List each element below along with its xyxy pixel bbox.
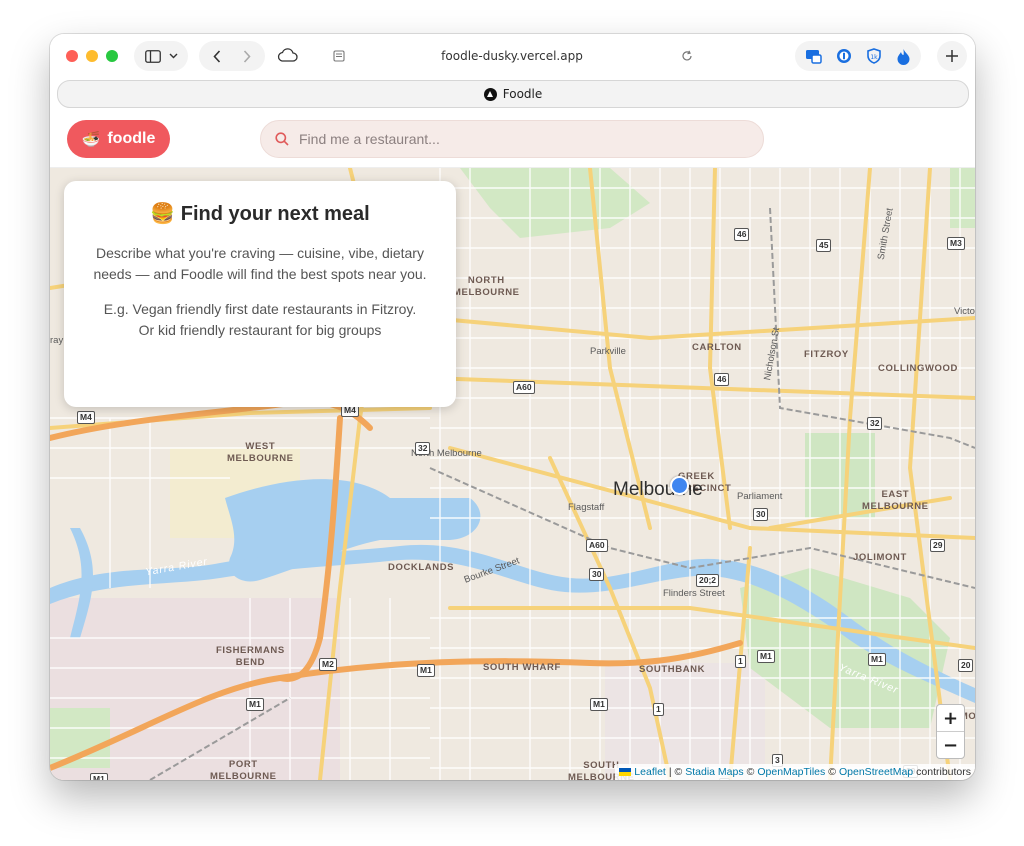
intro-card-example-2: Or kid friendly restaurant for big group… (138, 322, 382, 338)
road-shield: M1 (246, 698, 264, 711)
suburb-label-southbank: SOUTHBANK (639, 664, 706, 675)
road-shield: 20;2 (696, 574, 720, 587)
openmaptiles-link[interactable]: OpenMapTiles (757, 766, 825, 778)
current-location-marker[interactable] (670, 476, 689, 495)
suburb-label-fishermans-bend: FISHERMANS BEND (216, 645, 285, 668)
suburb-label-east-melbourne: EAST MELBOURNE (862, 489, 929, 512)
road-shield: M1 (90, 773, 108, 780)
address-bar[interactable]: foodle-dusky.vercel.app (325, 41, 699, 71)
extensions-group: 1k (795, 41, 921, 71)
favicon-icon (483, 87, 497, 101)
nav-buttons (199, 41, 265, 71)
leaflet-link[interactable]: Leaflet (634, 766, 666, 778)
zoom-window-button[interactable] (106, 50, 118, 62)
stadia-maps-link[interactable]: Stadia Maps (685, 766, 743, 778)
intro-card-title: 🍔 Find your next meal (150, 203, 370, 225)
place-label-parkville: Parkville (590, 346, 626, 357)
back-arrow-icon[interactable] (213, 49, 221, 63)
attribution-separator: | © (668, 766, 683, 778)
road-shield: M3 (947, 237, 965, 250)
road-shield: M1 (757, 650, 775, 663)
suburb-label-west-melbourne: WEST MELBOURNE (227, 441, 294, 464)
road-shield: A60 (513, 381, 535, 394)
suburb-label-fitzroy: FITZROY (804, 349, 849, 360)
zoom-in-button[interactable]: + (937, 705, 964, 731)
suburb-label-port-melbourne: PORT MELBOURNE (210, 759, 277, 780)
app-header: 🍜 foodle (50, 112, 975, 168)
openstreetmap-link[interactable]: OpenStreetMap (839, 766, 913, 778)
road-shield: M2 (319, 658, 337, 671)
suburb-label-collingwood: COLLINGWOOD (878, 363, 958, 374)
tab-title: Foodle (502, 87, 543, 101)
bowl-icon: 🍜 (81, 131, 101, 148)
place-label-victoria: Victo (954, 306, 975, 317)
map-attribution: Leaflet | © Stadia Maps © OpenMapTiles ©… (615, 764, 975, 780)
forward-arrow-icon[interactable] (243, 49, 251, 63)
page-icon (333, 50, 345, 62)
svg-text:1k: 1k (870, 54, 878, 61)
road-shield: 30 (589, 568, 605, 581)
ukraine-flag-icon (619, 768, 632, 776)
road-shield: M1 (868, 653, 886, 666)
suburb-label-north-melbourne: NORTH MELBOURNE (453, 275, 520, 298)
suburb-label-docklands: DOCKLANDS (388, 562, 455, 573)
road-shield: 1 (735, 655, 746, 668)
attribution-contributors: contributors (916, 766, 971, 778)
new-tab-button[interactable] (937, 41, 967, 71)
road-shield: 45 (816, 239, 832, 252)
road-shield: 32 (415, 442, 431, 455)
road-shield: 46 (734, 228, 750, 241)
zoom-out-button[interactable]: − (937, 731, 964, 758)
shield-extension-icon[interactable]: 1k (866, 48, 882, 64)
road-shield: 20 (958, 659, 974, 672)
minimize-window-button[interactable] (86, 50, 98, 62)
road-shield: 30 (753, 508, 769, 521)
road-shield: 29 (930, 539, 946, 552)
search-icon (275, 132, 289, 146)
password-manager-extension-icon[interactable] (836, 48, 852, 64)
tab-foodle[interactable]: Foodle (57, 80, 969, 108)
screen-share-extension-icon[interactable] (805, 49, 822, 64)
map[interactable]: NORTH MELBOURNE CARLTON FITZROY COLLINGW… (50, 168, 975, 780)
road-shield: 32 (867, 417, 883, 430)
intro-card-example-1: E.g. Vegan friendly first date restauran… (103, 301, 417, 317)
zoom-control: + − (936, 704, 965, 759)
foodle-logo[interactable]: 🍜 foodle (67, 120, 170, 158)
cloud-icon[interactable] (277, 48, 298, 62)
chevron-down-icon (169, 53, 177, 59)
browser-titlebar: foodle-dusky.vercel.app 1k (50, 34, 975, 78)
place-label-ray: ray (50, 335, 64, 346)
browser-window: foodle-dusky.vercel.app 1k Foodle 🍜 food… (50, 34, 975, 780)
road-shield: A60 (586, 539, 608, 552)
suburb-label-jolimont: JOLIMONT (853, 552, 907, 563)
road-shield: 46 (714, 373, 730, 386)
url-text: foodle-dusky.vercel.app (441, 49, 583, 63)
road-shield: 1 (653, 703, 664, 716)
road-shield: M1 (590, 698, 608, 711)
place-label-flinders-street: Flinders Street (663, 588, 725, 599)
intro-card: 🍔 Find your next meal Describe what you'… (64, 181, 456, 407)
attribution-separator: © (828, 766, 836, 778)
suburb-label-carlton: CARLTON (692, 342, 742, 353)
place-label-parliament: Parliament (737, 491, 783, 502)
flame-extension-icon[interactable] (896, 48, 911, 65)
city-label-melbourne: Melbourne (613, 479, 703, 500)
reload-icon[interactable] (681, 50, 693, 62)
road-shield: M4 (77, 411, 95, 424)
attribution-separator: © (746, 766, 755, 778)
search-bar[interactable] (260, 120, 764, 158)
place-label-flagstaff: Flagstaff (568, 502, 605, 513)
plus-icon (946, 50, 958, 62)
close-window-button[interactable] (66, 50, 78, 62)
search-input[interactable] (297, 130, 741, 148)
suburb-label-south-wharf: SOUTH WHARF (483, 662, 561, 673)
sidebar-icon (144, 49, 161, 63)
logo-text: foodle (107, 130, 156, 147)
intro-card-examples: E.g. Vegan friendly first date restauran… (64, 299, 456, 341)
sidebar-toggle-button[interactable] (134, 41, 188, 71)
intro-card-description: Describe what you're craving — cuisine, … (93, 245, 427, 282)
road-shield: M1 (417, 664, 435, 677)
